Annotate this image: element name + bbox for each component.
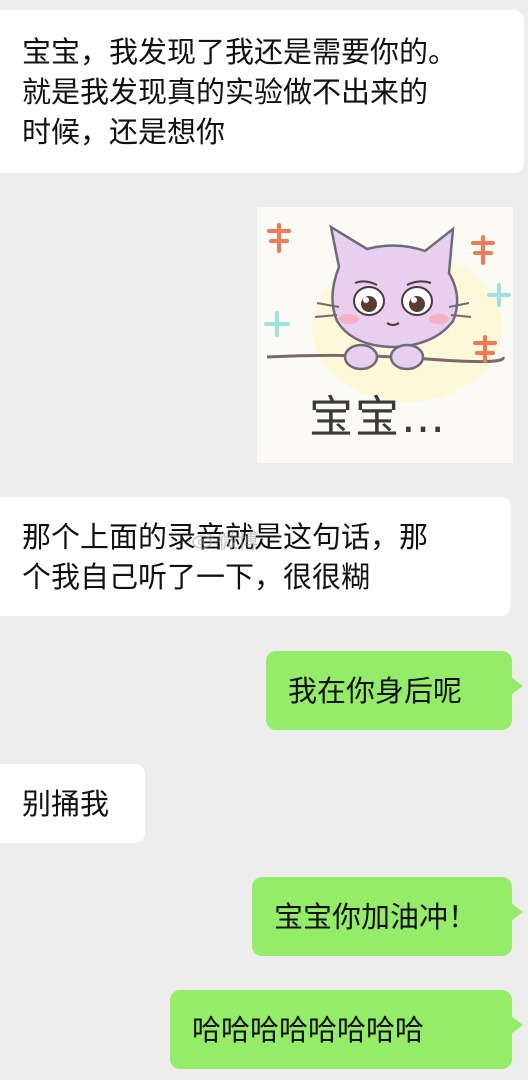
message-text: 宝宝你加油冲！ bbox=[274, 899, 478, 934]
message-bubble-outgoing[interactable]: 哈哈哈哈哈哈哈哈 bbox=[170, 990, 523, 1069]
sticker-message[interactable]: 宝宝… bbox=[257, 207, 513, 463]
message-bubble-incoming[interactable]: 那个上面的录音就是这句话，那 个我自己听了一下，很很糊 bbox=[0, 497, 511, 616]
message-text: 宝宝，我发现了我还是需要你的。 就是我发现真的实验做不出来的 时候，还是想你 bbox=[22, 34, 458, 149]
chat-screen: { "messages": [ { "side": "in", "text": … bbox=[0, 0, 528, 1080]
message-text: 我在你身后呢 bbox=[288, 673, 463, 708]
sticker-caption: 宝宝… bbox=[309, 392, 447, 443]
message-bubble-incoming[interactable]: 别捅我 bbox=[0, 764, 145, 843]
message-text: 别捅我 bbox=[22, 786, 110, 821]
message-bubble-outgoing[interactable]: 我在你身后呢 bbox=[266, 651, 523, 730]
message-bubble-incoming[interactable]: 宝宝，我发现了我还是需要你的。 就是我发现真的实验做不出来的 时候，还是想你 bbox=[0, 10, 524, 173]
message-text: 哈哈哈哈哈哈哈哈 bbox=[192, 1012, 425, 1047]
message-bubble-outgoing[interactable]: 宝宝你加油冲！ bbox=[252, 877, 523, 956]
message-text: 那个上面的录音就是这句话，那 个我自己听了一下，很很糊 bbox=[22, 519, 429, 594]
